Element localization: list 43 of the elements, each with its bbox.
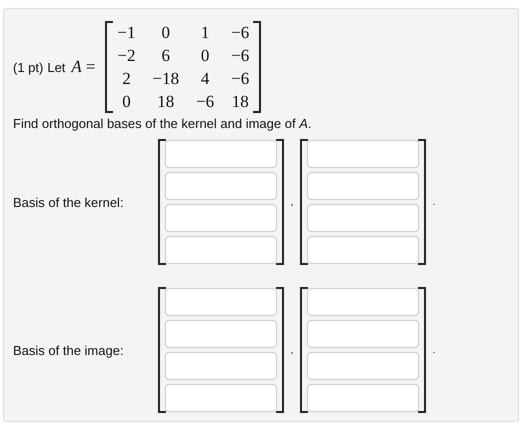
matrix-entry: 0	[160, 22, 172, 44]
matrix-entry: −6	[196, 91, 214, 113]
separator-mark: ,	[290, 344, 294, 356]
answer-field[interactable]	[307, 288, 419, 316]
answer-field[interactable]	[165, 140, 277, 168]
points-label: (1 pt)	[13, 60, 44, 74]
answer-field[interactable]	[165, 288, 277, 316]
answer-field[interactable]	[307, 172, 419, 200]
answer-field[interactable]	[307, 204, 419, 232]
separator-mark: .	[432, 344, 436, 356]
answer-field[interactable]	[307, 320, 419, 348]
equals-sign: =	[86, 57, 96, 77]
matrix-entry: −6	[231, 68, 250, 90]
answer-field[interactable]	[165, 320, 277, 348]
answer-field[interactable]	[307, 236, 419, 264]
matrix-entry: −18	[152, 68, 180, 90]
intro-text: Let	[47, 60, 66, 74]
question-text: Find orthogonal bases of the kernel and image of A.	[13, 116, 312, 131]
answer-field[interactable]	[165, 384, 277, 412]
matrix-entry: −6	[231, 22, 250, 44]
matrix-entry: 0	[200, 45, 210, 67]
matrix-entry: 4	[200, 68, 210, 90]
matrix-entry: −2	[117, 45, 136, 67]
answer-field[interactable]	[165, 204, 277, 232]
answer-field[interactable]	[165, 236, 277, 264]
matrix-variable: A	[71, 57, 82, 77]
separator-mark: ,	[290, 196, 294, 208]
answer-field[interactable]	[165, 352, 277, 380]
answer-field[interactable]	[307, 140, 419, 168]
answer-field[interactable]	[307, 352, 419, 380]
matrix-entry: 0	[121, 91, 132, 113]
matrix-entry: 1	[200, 22, 210, 44]
matrix-entry: −6	[231, 45, 250, 67]
separator-mark: .	[432, 196, 436, 208]
answer-field[interactable]	[165, 172, 277, 200]
matrix-entry: 6	[160, 45, 172, 67]
matrix-entry: 2	[121, 68, 132, 90]
matrix-entry: 18	[231, 91, 250, 113]
basis-label: Basis of the kernel:	[13, 194, 125, 210]
matrix-entry: −1	[117, 22, 136, 44]
basis-label: Basis of the image:	[13, 342, 125, 358]
matrix-entry: 18	[156, 91, 176, 113]
answer-field[interactable]	[307, 384, 419, 412]
